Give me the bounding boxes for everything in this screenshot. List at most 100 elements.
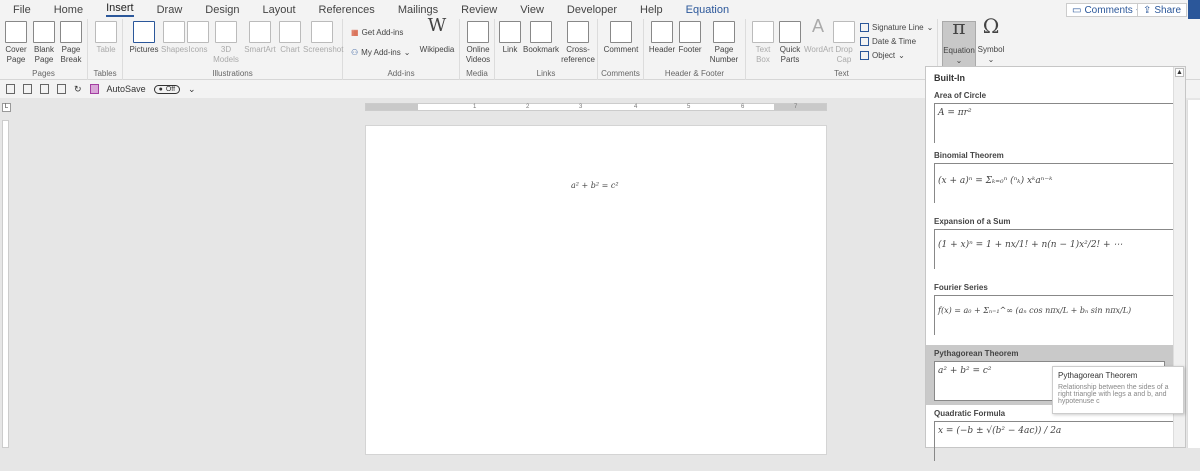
scroll-up-icon[interactable]: ▲ <box>1175 68 1184 77</box>
footer-button[interactable]: Footer <box>676 21 704 55</box>
signature-line-button[interactable]: Signature Line ⌄ <box>860 23 933 32</box>
autosave-label: AutoSave <box>106 84 146 94</box>
tab-developer[interactable]: Developer <box>567 4 617 16</box>
label: Cover Page <box>5 45 27 64</box>
screenshot-button[interactable]: Screenshot <box>303 21 343 55</box>
cover-page-button[interactable]: Cover Page <box>3 21 29 65</box>
table-button[interactable]: Table <box>93 21 119 55</box>
online-videos-button[interactable]: Online Videos <box>463 21 493 65</box>
wordart-button[interactable]: A WordArt <box>804 17 833 55</box>
header-icon <box>651 21 673 43</box>
tab-help[interactable]: Help <box>640 4 663 16</box>
header-button[interactable]: Header <box>648 21 676 55</box>
label: Pictures <box>129 45 159 54</box>
save-icon[interactable] <box>89 84 99 94</box>
smartart-button[interactable]: SmartArt <box>243 21 277 55</box>
open-icon[interactable] <box>6 84 15 94</box>
wikipedia-icon: W <box>427 15 447 36</box>
customize-qat-icon[interactable]: ⌄ <box>188 84 196 95</box>
gallery-item-binomial-theorem[interactable]: Binomial Theorem (x + a)ⁿ = Σₖ₌₀ⁿ (ⁿₖ) xᵏ… <box>926 147 1185 213</box>
tab-layout[interactable]: Layout <box>263 4 296 16</box>
label: Table <box>96 45 116 54</box>
item-formula: (x + a)ⁿ = Σₖ₌₀ⁿ (ⁿₖ) xᵏaⁿ⁻ᵏ <box>934 163 1177 203</box>
my-addins-button[interactable]: ⚇ My Add-ins ⌄ <box>351 48 410 57</box>
tab-design[interactable]: Design <box>205 4 239 16</box>
horizontal-ruler[interactable]: 1 2 3 4 5 6 7 <box>365 103 827 111</box>
tab-insert[interactable]: Insert <box>106 2 134 17</box>
group-text: Text Box Quick Parts A WordArt Drop Cap S… <box>746 17 938 80</box>
autosave-toggle[interactable]: ● Off <box>153 84 181 94</box>
redo-icon[interactable]: ↻ <box>74 84 82 95</box>
omega-icon: Ω <box>982 14 1000 38</box>
print-preview-icon[interactable] <box>40 84 49 94</box>
page-number-button[interactable]: Page Number <box>706 21 742 65</box>
table-icon <box>95 21 117 43</box>
label: Text Box <box>755 45 771 64</box>
tab-references[interactable]: References <box>319 4 375 16</box>
gallery-item-fourier-series[interactable]: Fourier Series f(x) = a₀ + Σₙ₌₁^∞ (aₙ cos… <box>926 279 1185 345</box>
text-box-button[interactable]: Text Box <box>750 21 776 65</box>
gallery-item-quadratic-formula[interactable]: Quadratic Formula x = (−b ± √(b² − 4ac)) … <box>926 405 1185 471</box>
object-button[interactable]: Object ⌄ <box>860 51 905 60</box>
label: Wikipedia <box>419 45 455 54</box>
bookmark-button[interactable]: Bookmark <box>523 21 559 55</box>
new-comment-button[interactable]: Comment <box>602 21 640 55</box>
drop-cap-button[interactable]: Drop Cap <box>832 21 856 65</box>
blank-page-button[interactable]: Blank Page <box>31 21 57 65</box>
document-equation[interactable]: a² + b² = c² <box>571 181 619 190</box>
gallery-item-area-of-circle[interactable]: Area of Circle A = πr² <box>926 87 1185 147</box>
pictures-button[interactable]: Pictures <box>129 21 159 55</box>
ruler-margin-left <box>366 104 418 110</box>
tab-review[interactable]: Review <box>461 4 497 16</box>
share-button[interactable]: ⇪ Share <box>1137 3 1188 17</box>
video-icon <box>467 21 489 43</box>
label: Signature Line <box>872 23 924 32</box>
icons-button[interactable]: Icons <box>187 21 209 55</box>
object-icon <box>860 51 869 60</box>
pictures-icon <box>133 21 155 43</box>
date-time-button[interactable]: Date & Time <box>860 37 916 46</box>
cross-reference-icon <box>567 21 589 43</box>
share-icon: ⇪ <box>1143 4 1152 16</box>
label: Online Videos <box>465 45 491 64</box>
label: Page Number <box>709 45 739 64</box>
ruler-tick: 4 <box>634 104 638 110</box>
equation-button[interactable]: π Equation ⌄ <box>942 17 976 68</box>
symbol-button[interactable]: Ω Symbol ⌄ <box>977 14 1005 65</box>
3d-models-button[interactable]: 3D Models <box>211 21 241 65</box>
ruler-tick: 7 <box>794 104 798 110</box>
label: Link <box>502 45 518 54</box>
item-formula: A = πr² <box>934 103 1177 143</box>
cross-reference-button[interactable]: Cross-reference <box>559 21 597 65</box>
document-page[interactable]: a² + b² = c² <box>365 125 827 455</box>
page-break-button[interactable]: Page Break <box>58 21 84 65</box>
tab-file[interactable]: File <box>13 4 31 16</box>
account-edge <box>1188 0 1200 19</box>
shapes-button[interactable]: Shapes <box>161 21 189 55</box>
label: Shapes <box>161 45 189 54</box>
item-formula: (1 + x)ⁿ = 1 + nx/1! + n(n − 1)x²/2! + ⋯ <box>934 229 1177 269</box>
tooltip-title: Pythagorean Theorem <box>1058 371 1138 380</box>
blank-page-icon <box>33 21 55 43</box>
tab-home[interactable]: Home <box>54 4 83 16</box>
gallery-item-expansion-of-sum[interactable]: Expansion of a Sum (1 + x)ⁿ = 1 + nx/1! +… <box>926 213 1185 279</box>
tab-equation[interactable]: Equation <box>686 4 729 16</box>
tab-view[interactable]: View <box>520 4 544 16</box>
quick-parts-icon <box>779 21 801 43</box>
chart-button[interactable]: Chart <box>277 21 303 55</box>
new-icon[interactable] <box>23 84 32 94</box>
group-label: Links <box>536 69 556 78</box>
tab-draw[interactable]: Draw <box>157 4 183 16</box>
quick-parts-button[interactable]: Quick Parts <box>776 21 804 65</box>
item-formula: x = (−b ± √(b² − 4ac)) / 2a <box>934 421 1177 461</box>
print-icon[interactable] <box>57 84 66 94</box>
get-addins-button[interactable]: ▦ Get Add-ins <box>351 28 403 37</box>
toggle-state: Off <box>165 85 176 93</box>
link-button[interactable]: Link <box>499 21 521 55</box>
group-label: Text <box>834 69 849 78</box>
group-media: Online Videos Media <box>460 19 495 80</box>
tab-mailings[interactable]: Mailings <box>398 4 438 16</box>
wikipedia-button[interactable]: W Wikipedia <box>418 15 456 55</box>
tab-selector[interactable]: L <box>2 103 11 112</box>
vertical-ruler[interactable] <box>2 120 9 448</box>
